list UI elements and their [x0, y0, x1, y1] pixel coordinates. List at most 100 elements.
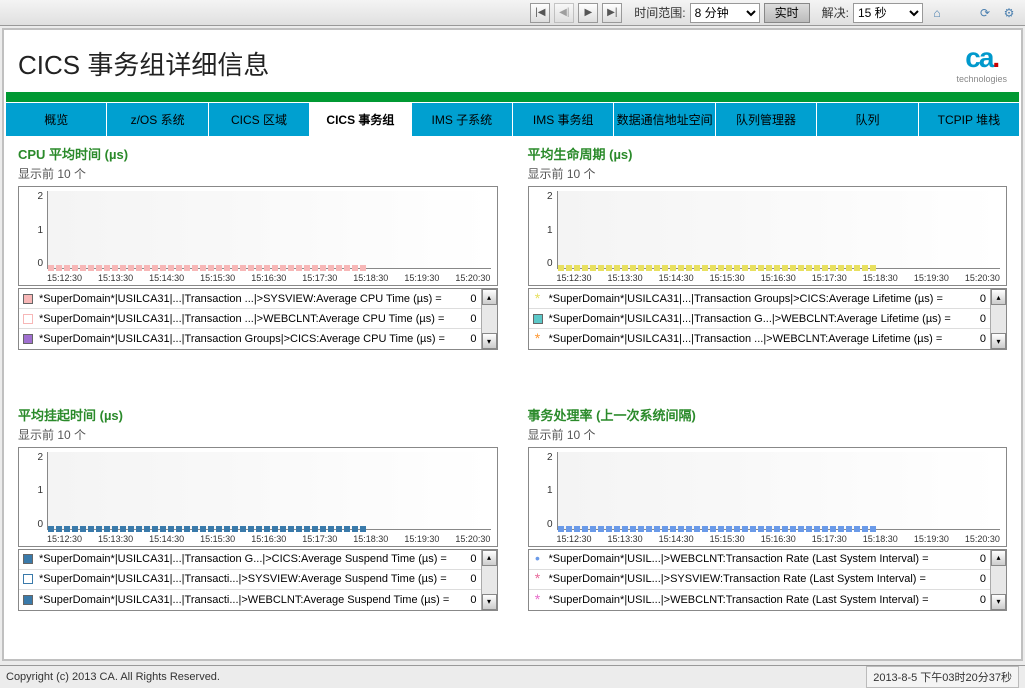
tab-ims-trans-group[interactable]: IMS 事务组	[513, 103, 614, 136]
legend-label: *SuperDomain*|USILCA31|...|Transacti...|…	[39, 594, 457, 606]
scrollbar[interactable]: ▴▾	[990, 289, 1006, 349]
legend-row[interactable]: **SuperDomain*|USILCA31|...|Transaction …	[529, 329, 991, 349]
resolution-label: 解决:	[822, 4, 849, 21]
page-title: CICS 事务组详细信息	[18, 45, 269, 82]
time-range-label: 时间范围:	[634, 4, 685, 21]
tab-data-comm[interactable]: 数据通信地址空间	[614, 103, 715, 136]
legend: * *SuperDomain*|USILCA31|...|Transaction …	[528, 288, 1008, 350]
legend-label: *SuperDomain*|USIL...|>WEBCLNT:Transacti…	[549, 553, 967, 565]
chart-panel: 事务处理率 (上一次系统间隔) 显示前 10 个 21015:12:3015:13:…	[528, 405, 1008, 652]
legend-label: *SuperDomain*|USILCA31|...|Transaction .…	[39, 313, 457, 325]
scroll-up-icon[interactable]: ▴	[482, 550, 497, 566]
chart-area[interactable]: 21015:12:3015:13:3015:14:3015:15:3015:16…	[18, 186, 498, 286]
legend-row[interactable]: *SuperDomain*|USILCA31|...|Transaction .…	[19, 309, 481, 329]
legend-label: *SuperDomain*|USILCA31|...|Transacti...|…	[39, 573, 457, 585]
home-icon[interactable]: ⌂	[927, 3, 947, 23]
scroll-down-icon[interactable]: ▾	[991, 594, 1006, 610]
scroll-down-icon[interactable]: ▾	[991, 333, 1006, 349]
legend-row[interactable]: *SuperDomain*|USILCA31|...|Transacti...|…	[19, 570, 481, 590]
legend-row[interactable]: *SuperDomain*|USILCA31|...|Transaction G…	[529, 309, 991, 329]
legend-swatch-icon: *	[533, 294, 543, 304]
scroll-down-icon[interactable]: ▾	[482, 333, 497, 349]
live-button[interactable]: 实时	[764, 3, 810, 23]
legend-label: *SuperDomain*|USILCA31|...|Transaction G…	[549, 313, 967, 325]
legend-row[interactable]: * *SuperDomain*|USILCA31|...|Transaction …	[529, 289, 991, 309]
tab-cics-trans-group[interactable]: CICS 事务组	[310, 103, 411, 136]
panel-title: 平均生命周期 (µs)	[528, 144, 1008, 163]
chart-area[interactable]: 21015:12:3015:13:3015:14:3015:15:3015:16…	[528, 447, 1008, 547]
panel-title: CPU 平均时间 (µs)	[18, 144, 498, 163]
scrollbar[interactable]: ▴▾	[481, 289, 497, 349]
scroll-up-icon[interactable]: ▴	[991, 289, 1006, 305]
chart-area[interactable]: 21015:12:3015:13:3015:14:3015:15:3015:16…	[528, 186, 1008, 286]
legend-value: 0	[463, 553, 477, 565]
legend-swatch-icon	[23, 334, 33, 344]
legend-value: 0	[972, 594, 986, 606]
legend-value: 0	[463, 293, 477, 305]
legend-swatch-icon	[23, 294, 33, 304]
legend-row[interactable]: **SuperDomain*|USIL...|>WEBCLNT:Transact…	[529, 590, 991, 610]
legend-label: *SuperDomain*|USILCA31|...|Transaction .…	[39, 293, 457, 305]
time-range-select[interactable]: 8 分钟	[690, 3, 760, 23]
copyright-text: Copyright (c) 2013 CA. All Rights Reserv…	[6, 671, 220, 683]
legend-value: 0	[463, 573, 477, 585]
legend-value: 0	[463, 333, 477, 345]
legend-label: *SuperDomain*|USILCA31|...|Transaction G…	[549, 293, 967, 305]
tab-tcpip[interactable]: TCPIP 堆栈	[919, 103, 1019, 136]
panel-subtitle: 显示前 10 个	[18, 165, 498, 182]
legend-label: *SuperDomain*|USIL...|>SYSVIEW:Transacti…	[549, 573, 967, 585]
legend-value: 0	[463, 594, 477, 606]
nav-play-icon[interactable]: ▶	[578, 3, 598, 23]
panel-title: 事务处理率 (上一次系统间隔)	[528, 405, 1008, 424]
legend-swatch-icon: *	[533, 595, 543, 605]
legend-swatch-icon	[23, 314, 33, 324]
resolution-select[interactable]: 15 秒	[853, 3, 923, 23]
scroll-up-icon[interactable]: ▴	[482, 289, 497, 305]
nav-last-icon[interactable]: ▶|	[602, 3, 622, 23]
tab-overview[interactable]: 概览	[6, 103, 107, 136]
legend-value: 0	[972, 313, 986, 325]
footer: Copyright (c) 2013 CA. All Rights Reserv…	[0, 665, 1025, 687]
legend-label: *SuperDomain*|USILCA31|...|Transaction G…	[39, 553, 457, 565]
chart-area[interactable]: 21015:12:3015:13:3015:14:3015:15:3015:16…	[18, 447, 498, 547]
legend-swatch-icon	[533, 314, 543, 324]
legend-swatch-icon	[23, 595, 33, 605]
timestamp-text: 2013-8-5 下午03时20分37秒	[866, 666, 1019, 688]
scrollbar[interactable]: ▴▾	[990, 550, 1006, 610]
panel-subtitle: 显示前 10 个	[528, 426, 1008, 443]
legend-row[interactable]: *SuperDomain*|USILCA31|...|Transaction .…	[19, 289, 481, 309]
legend-swatch-icon: *	[533, 574, 543, 584]
legend-row[interactable]: *SuperDomain*|USILCA31|...|Transacti...|…	[19, 590, 481, 610]
legend-swatch-icon	[23, 554, 33, 564]
legend-row[interactable]: *SuperDomain*|USILCA31|...|Transaction G…	[19, 550, 481, 570]
divider-bar	[6, 92, 1019, 102]
legend-row[interactable]: * *SuperDomain*|USIL...|>SYSVIEW:Transact…	[529, 570, 991, 590]
refresh-icon[interactable]: ⟳	[975, 3, 995, 23]
settings-icon[interactable]: ⚙	[999, 3, 1019, 23]
logo: ca. technologies	[956, 42, 1007, 84]
tab-zos[interactable]: z/OS 系统	[107, 103, 208, 136]
logo-subtext: technologies	[956, 74, 1007, 84]
nav-prev-icon[interactable]: ◀|	[554, 3, 574, 23]
scroll-up-icon[interactable]: ▴	[991, 550, 1006, 566]
legend-row[interactable]: •*SuperDomain*|USIL...|>WEBCLNT:Transact…	[529, 550, 991, 570]
scrollbar[interactable]: ▴▾	[481, 550, 497, 610]
tab-queue[interactable]: 队列	[817, 103, 918, 136]
panel-subtitle: 显示前 10 个	[528, 165, 1008, 182]
tab-ims-subsystem[interactable]: IMS 子系统	[412, 103, 513, 136]
logo-ca: ca.	[956, 42, 1007, 74]
title-bar: CICS 事务组详细信息 ca. technologies	[4, 30, 1021, 92]
legend-value: 0	[972, 293, 986, 305]
chart-panel: 平均挂起时间 (µs)显示前 10 个21015:12:3015:13:3015…	[18, 405, 498, 652]
nav-first-icon[interactable]: |◀	[530, 3, 550, 23]
tab-queue-mgr[interactable]: 队列管理器	[716, 103, 817, 136]
scroll-down-icon[interactable]: ▾	[482, 594, 497, 610]
legend-label: *SuperDomain*|USILCA31|...|Transaction G…	[39, 333, 457, 345]
main-window: CICS 事务组详细信息 ca. technologies 概览 z/OS 系统…	[2, 28, 1023, 661]
tab-cics-region[interactable]: CICS 区域	[209, 103, 310, 136]
tabs: 概览 z/OS 系统 CICS 区域 CICS 事务组 IMS 子系统 IMS …	[6, 102, 1019, 136]
legend-row[interactable]: *SuperDomain*|USILCA31|...|Transaction G…	[19, 329, 481, 349]
legend-value: 0	[972, 333, 986, 345]
panel-subtitle: 显示前 10 个	[18, 426, 498, 443]
legend-label: *SuperDomain*|USILCA31|...|Transaction .…	[549, 333, 967, 345]
